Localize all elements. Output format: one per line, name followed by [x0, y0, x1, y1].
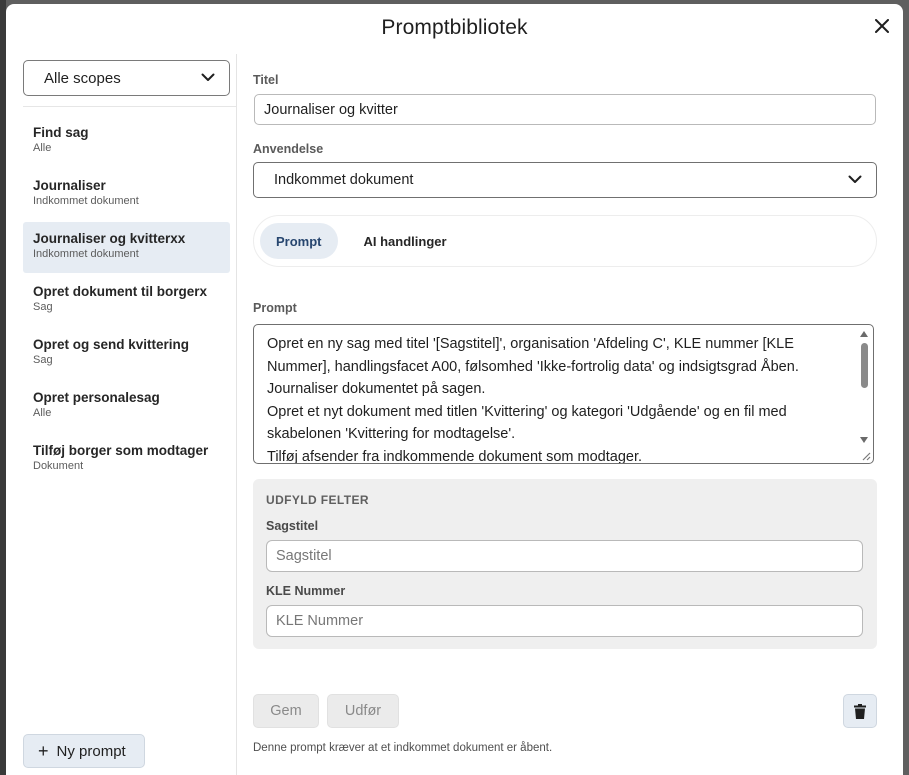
prompt-item-opret-dokument[interactable]: Opret dokument til borgerx Sag — [23, 275, 230, 326]
prompt-editor: Titel Journaliser og kvitter Anvendelse … — [253, 54, 877, 775]
trash-icon — [854, 703, 866, 719]
resize-grip-icon[interactable] — [859, 449, 871, 461]
scroll-down-arrow-icon[interactable] — [860, 437, 868, 443]
prompt-item-opret-personalesag[interactable]: Opret personalesag Alle — [23, 381, 230, 432]
prompt-label: Prompt — [253, 301, 297, 315]
close-icon — [875, 19, 889, 33]
usage-label: Anvendelse — [253, 142, 324, 156]
prompt-item-title: Journaliser — [33, 178, 106, 193]
prompt-scrollbar[interactable] — [857, 327, 871, 460]
title-input-value: Journaliser og kvitter — [264, 101, 398, 118]
prompt-item-scope: Alle — [33, 407, 52, 419]
scroll-thumb[interactable] — [861, 343, 868, 388]
tab-ai-handlinger[interactable]: AI handlinger — [348, 223, 463, 259]
prompt-item-title: Journaliser og kvitterxx — [33, 231, 186, 246]
scroll-up-arrow-icon[interactable] — [860, 331, 868, 337]
prompt-item-title: Opret personalesag — [33, 390, 160, 405]
prompt-item-tilfoj-borger[interactable]: Tilføj borger som modtager Dokument — [23, 434, 230, 485]
chevron-down-icon — [201, 73, 215, 81]
execute-button[interactable]: Udfør — [327, 694, 399, 728]
kle-nummer-label: KLE Nummer — [266, 584, 346, 598]
title-input[interactable]: Journaliser og kvitter — [254, 94, 876, 125]
fill-fields-panel: UDFYLD FELTER Sagstitel Sagstitel KLE Nu… — [253, 479, 877, 649]
save-button[interactable]: Gem — [253, 694, 319, 728]
scope-select[interactable]: Alle scopes — [23, 60, 230, 96]
delete-button[interactable] — [843, 694, 877, 728]
title-label: Titel — [253, 73, 279, 87]
scope-select-value: Alle scopes — [44, 69, 121, 87]
usage-select[interactable]: Indkommet dokument — [253, 162, 877, 198]
prompt-text: Opret en ny sag med titel '[Sagstitel]',… — [267, 336, 799, 464]
prompt-item-title: Tilføj borger som modtager — [33, 443, 209, 458]
new-prompt-label: Ny prompt — [56, 742, 126, 760]
kle-nummer-input[interactable]: KLE Nummer — [266, 605, 863, 637]
prompt-item-opret-og-send[interactable]: Opret og send kvittering Sag — [23, 328, 230, 379]
prompt-item-scope: Sag — [33, 301, 53, 313]
prompt-item-title: Find sag — [33, 125, 89, 140]
prompt-item-scope: Sag — [33, 354, 53, 366]
tab-prompt[interactable]: Prompt — [260, 223, 338, 259]
kle-nummer-placeholder: KLE Nummer — [276, 613, 364, 629]
sagstitel-label: Sagstitel — [266, 519, 319, 533]
fill-fields-heading: UDFYLD FELTER — [266, 493, 369, 507]
prompt-item-title: Opret dokument til borgerx — [33, 284, 208, 299]
new-prompt-button[interactable]: + Ny prompt — [23, 734, 145, 768]
prompt-sidebar: Alle scopes Find sag Alle Journaliser In… — [6, 54, 237, 775]
sidebar-divider — [23, 106, 236, 107]
plus-icon: + — [38, 741, 49, 761]
prompt-item-journaliser-og-kvitterxx[interactable]: Journaliser og kvitterxx Indkommet dokum… — [23, 222, 230, 273]
prompt-item-scope: Alle — [33, 142, 52, 154]
prompt-item-scope: Dokument — [33, 460, 84, 472]
prompt-textarea[interactable]: Opret en ny sag med titel '[Sagstitel]',… — [253, 324, 874, 464]
dialog-title: Promptbibliotek — [381, 16, 528, 39]
sagstitel-input[interactable]: Sagstitel — [266, 540, 863, 572]
footer-note: Denne prompt kræver at et indkommet doku… — [253, 742, 553, 754]
prompt-item-scope: Indkommet dokument — [33, 248, 139, 260]
usage-select-value: Indkommet dokument — [274, 172, 414, 188]
prompt-item-journaliser[interactable]: Journaliser Indkommet dokument — [23, 169, 230, 220]
editor-tabs: Prompt AI handlinger — [253, 215, 877, 267]
prompt-item-title: Opret og send kvittering — [33, 337, 190, 352]
sagstitel-placeholder: Sagstitel — [276, 548, 332, 564]
close-button[interactable] — [871, 15, 893, 37]
prompt-item-find-sag[interactable]: Find sag Alle — [23, 116, 230, 167]
prompt-library-dialog: Promptbibliotek Alle scopes Find sag All… — [6, 4, 903, 775]
prompt-item-scope: Indkommet dokument — [33, 195, 139, 207]
chevron-down-icon — [848, 175, 862, 183]
prompt-list: Find sag Alle Journaliser Indkommet doku… — [23, 116, 230, 487]
